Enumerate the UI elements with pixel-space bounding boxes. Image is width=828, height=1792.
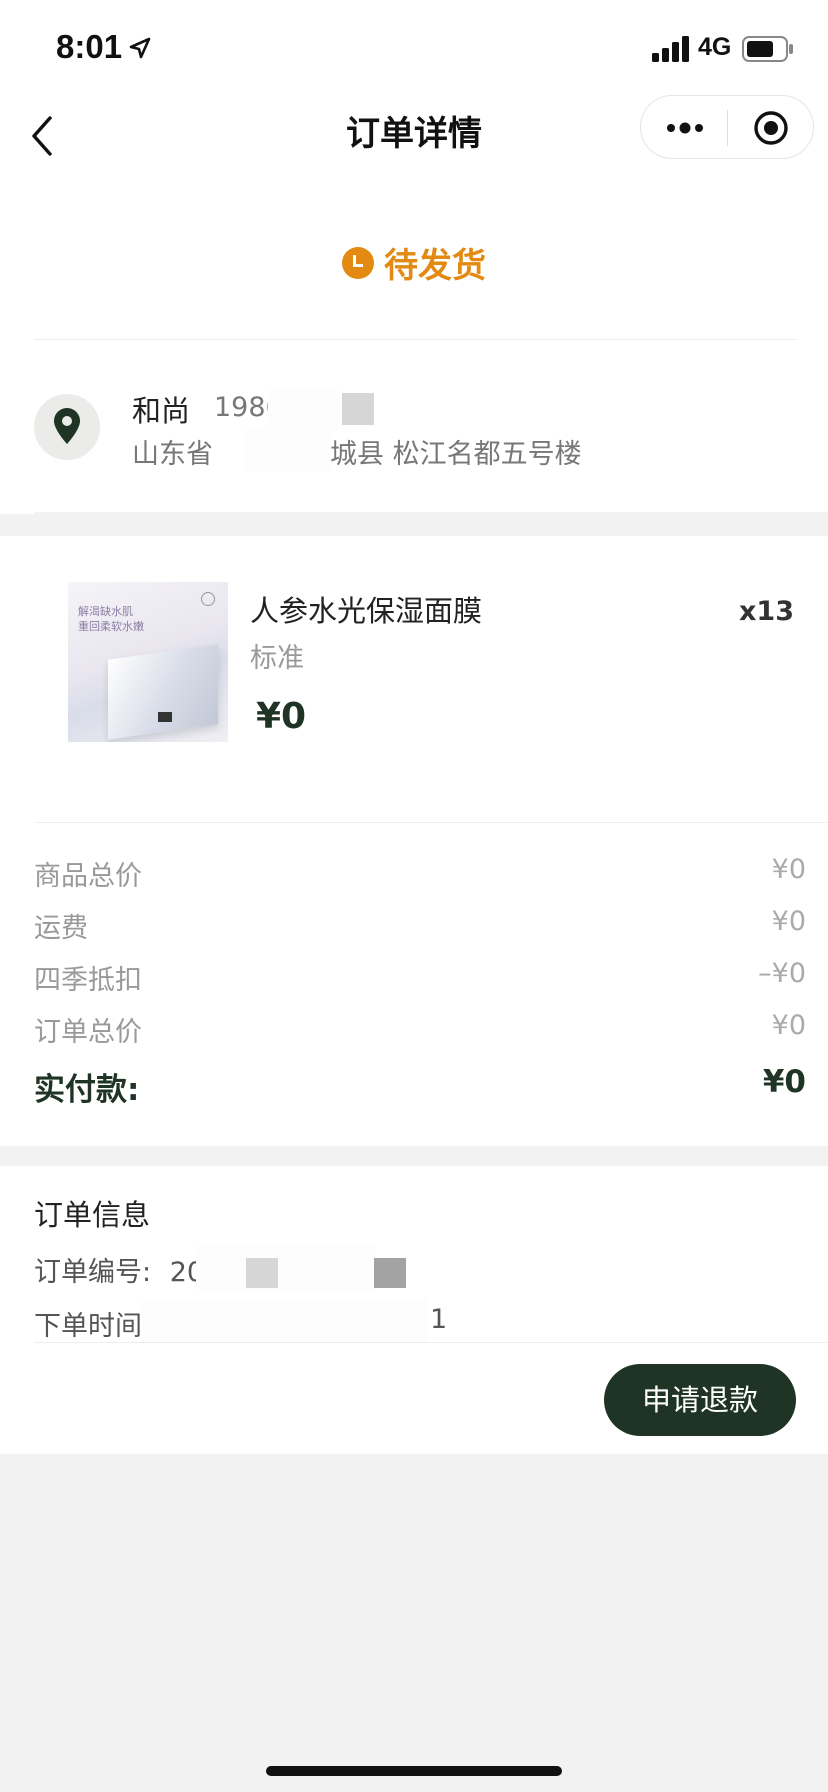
location-arrow-icon [129, 37, 151, 59]
order-status-section: 待发货 [0, 188, 828, 340]
redaction-mask [246, 1258, 278, 1288]
home-indicator[interactable] [266, 1766, 562, 1776]
order-number-label: 订单编号: [34, 1257, 152, 1288]
divider [34, 512, 828, 514]
nav-bar: 订单详情 [0, 92, 828, 188]
summary-row-paid: 实付款: ¥0 [34, 1064, 806, 1108]
summary-value: ¥0 [771, 854, 806, 885]
redaction-mask [196, 1246, 376, 1292]
barcode-graphic [158, 712, 172, 722]
summary-value: ¥0 [771, 1010, 806, 1041]
product-section: 解渴缺水肌 重回柔软水嫩 人参水光保湿面膜 标准 ¥0 x13 商品总价 ¥0 … [0, 536, 828, 1146]
summary-label: 运费 [34, 913, 88, 944]
divider [34, 1342, 828, 1343]
redaction-mask [246, 426, 330, 472]
network-label: 4G [698, 33, 732, 61]
location-pin-badge [34, 394, 100, 460]
paid-value: ¥0 [762, 1064, 806, 1100]
product-quantity: x13 [739, 596, 794, 627]
location-pin-icon [54, 408, 80, 444]
summary-row-shipping: 运费 ¥0 [34, 906, 806, 946]
more-dots-icon[interactable] [665, 116, 705, 140]
summary-value: –¥0 [758, 958, 806, 989]
battery-icon [742, 36, 793, 62]
summary-row-order-total: 订单总价 ¥0 [34, 1010, 806, 1050]
address-line-end: 城县 松江名都五号楼 [330, 439, 582, 470]
brand-logo-icon [201, 592, 215, 606]
summary-label: 四季抵扣 [34, 965, 142, 996]
product-image[interactable]: 解渴缺水肌 重回柔软水嫩 [68, 582, 228, 742]
redaction-mask [374, 1258, 406, 1288]
summary-row-goods-total: 商品总价 ¥0 [34, 854, 806, 894]
mini-program-capsule [640, 95, 814, 159]
order-status-text: 待发货 [384, 246, 486, 286]
summary-value: ¥0 [771, 906, 806, 937]
product-box-graphic [108, 644, 218, 740]
summary-label: 商品总价 [34, 861, 142, 892]
refund-button[interactable]: 申请退款 [604, 1364, 796, 1436]
target-icon[interactable] [753, 110, 789, 146]
order-time-label: 下单时间 [34, 1311, 142, 1342]
address-line-start: 山东省 [132, 439, 213, 470]
divider [34, 822, 828, 823]
recipient-name: 和尚 [132, 394, 191, 428]
address-section[interactable]: 和尚 1986 山东省 城县 松江名都五号楼 [0, 340, 828, 514]
status-time: 8:01 [56, 28, 123, 65]
paid-label: 实付款: [34, 1072, 140, 1108]
order-info-section: 订单信息 订单编号: 20 下单时间 1 申请退款 [0, 1166, 828, 1454]
product-image-text: 解渴缺水肌 重回柔软水嫩 [78, 605, 144, 633]
order-time-row: 下单时间 [34, 1304, 142, 1343]
signal-icon [652, 36, 689, 62]
order-time-value: 1 [430, 1304, 448, 1335]
product-spec: 标准 [250, 643, 304, 674]
summary-row-discount: 四季抵扣 –¥0 [34, 958, 806, 998]
product-name: 人参水光保湿面膜 [250, 594, 483, 628]
summary-label: 订单总价 [34, 1017, 142, 1048]
redaction-mask [142, 1298, 428, 1342]
clock-icon [342, 246, 374, 279]
product-price: ¥0 [256, 696, 307, 737]
capsule-divider [727, 110, 728, 146]
order-number-row: 订单编号: 20 [34, 1250, 204, 1289]
order-info-title: 订单信息 [34, 1198, 151, 1232]
redaction-mask [342, 393, 374, 425]
status-bar: 8:01 4G [0, 0, 828, 92]
